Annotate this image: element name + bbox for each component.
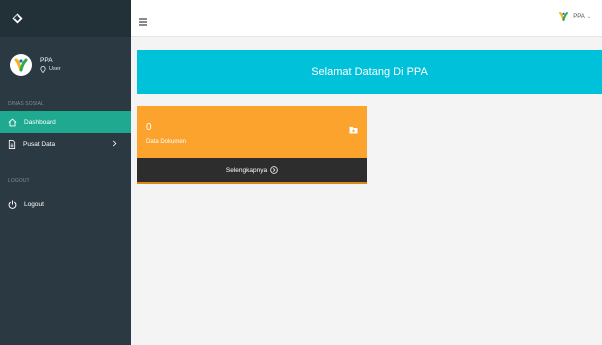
- card-label: Data Dokumen: [146, 139, 187, 145]
- location-pin-icon: [40, 66, 46, 73]
- top-user-name: PPA: [573, 13, 585, 20]
- chevron-down-icon: ⌄: [586, 13, 591, 20]
- card-body: 0 Data Dokumen: [137, 106, 367, 158]
- chevron-right-icon: [112, 140, 117, 147]
- ppa-logo-icon: [559, 12, 569, 21]
- user-name: PPA: [40, 57, 53, 64]
- card-more-link[interactable]: Selengkapnya: [137, 158, 367, 184]
- avatar: [10, 54, 32, 76]
- section-label-logout: LOGOUT: [8, 178, 30, 184]
- user-panel: PPA User: [0, 42, 131, 88]
- sidebar-item-pusat-data[interactable]: Pusat Data: [0, 133, 131, 155]
- user-role-label: User: [49, 66, 61, 72]
- card-footer-label: Selengkapnya: [225, 166, 268, 174]
- welcome-text: Selamat Datang Di PPA: [311, 66, 428, 78]
- welcome-banner: Selamat Datang Di PPA: [137, 50, 602, 94]
- sidebar-item-logout[interactable]: Logout: [0, 193, 131, 215]
- folder-plus-icon: [349, 121, 358, 139]
- user-dropdown[interactable]: PPA ⌄: [558, 11, 591, 22]
- document-icon: [8, 139, 16, 149]
- sidebar: PPA User DINAS SOSIAL Dashboard Pusat Da…: [0, 0, 131, 345]
- top-navbar: PPA ⌄: [131, 0, 602, 37]
- user-role: User: [40, 65, 61, 74]
- hamburger-menu-icon[interactable]: [139, 13, 147, 31]
- sidebar-item-label: Logout: [24, 200, 44, 208]
- section-label-dinas-sosial: DINAS SOSIAL: [8, 101, 44, 107]
- dashboard-card-dokumen: 0 Data Dokumen Selengkapnya: [137, 106, 367, 184]
- brand-logo-icon[interactable]: [12, 13, 23, 24]
- sidebar-item-label: Dashboard: [24, 118, 56, 126]
- card-count: 0: [146, 122, 152, 133]
- sidebar-item-label: Pusat Data: [23, 140, 56, 148]
- sidebar-item-dashboard[interactable]: Dashboard: [0, 111, 131, 133]
- arrow-circle-right-icon: [270, 166, 278, 174]
- brand-bar: [0, 0, 131, 37]
- ppa-logo-icon: [14, 58, 28, 72]
- power-icon: [8, 200, 17, 209]
- home-icon: [8, 117, 17, 126]
